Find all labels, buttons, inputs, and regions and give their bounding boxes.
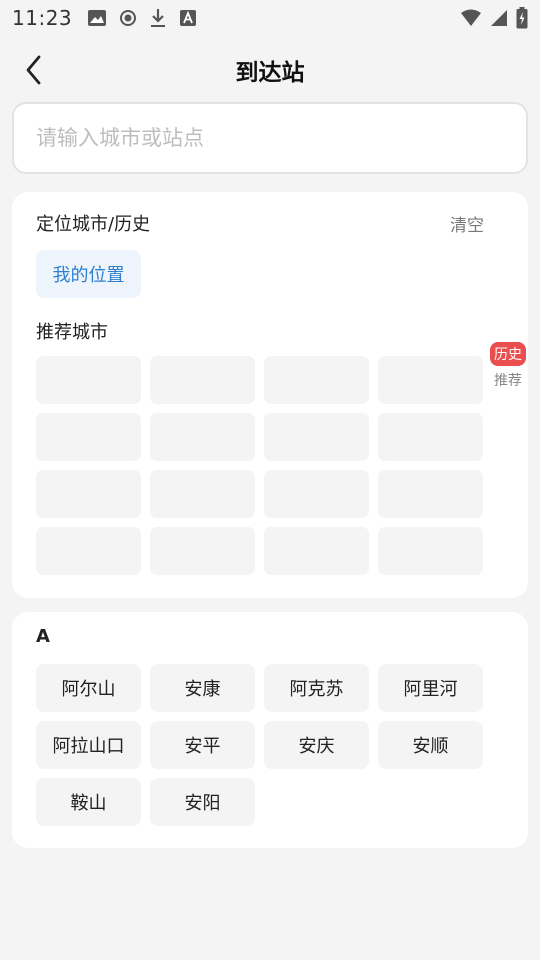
city-item[interactable]: 阿尔山 <box>36 664 141 712</box>
recommended-city-placeholder <box>150 527 255 575</box>
recommended-city-placeholder <box>378 413 483 461</box>
recommended-city-placeholder <box>378 527 483 575</box>
status-time: 11:23 <box>12 6 73 30</box>
side-index-item[interactable]: 历史 <box>490 342 526 366</box>
record-icon <box>120 10 137 26</box>
group-letter: A <box>36 626 50 647</box>
recommended-city-placeholder <box>264 413 369 461</box>
city-item[interactable]: 安平 <box>150 721 255 769</box>
status-bar: 11:23 <box>0 0 540 36</box>
header: 到达站 <box>0 44 540 96</box>
recommended-city-placeholder <box>36 527 141 575</box>
signal-icon <box>490 9 508 27</box>
status-system-icons <box>460 7 528 29</box>
city-item[interactable]: 阿克苏 <box>264 664 369 712</box>
back-button[interactable] <box>18 50 50 90</box>
clear-history-button[interactable]: 清空 <box>450 211 504 236</box>
image-icon <box>88 10 107 26</box>
city-item[interactable]: 安顺 <box>378 721 483 769</box>
recommended-city-placeholder <box>378 356 483 404</box>
recommended-city-placeholder <box>36 356 141 404</box>
city-list-grid: 阿尔山 安康 阿克苏 阿里河阿拉山口 安平 安庆 安顺鞍山 安阳 <box>36 664 483 826</box>
location-section-header: 定位城市/历史 清空 <box>36 210 504 236</box>
recommended-city-grid <box>36 356 483 575</box>
city-item[interactable]: 安阳 <box>150 778 255 826</box>
recommended-city-placeholder <box>36 413 141 461</box>
side-index-bar: 历史 推荐 <box>487 342 529 390</box>
recommended-city-placeholder <box>264 470 369 518</box>
city-item[interactable]: 鞍山 <box>36 778 141 826</box>
city-item[interactable]: 阿拉山口 <box>36 721 141 769</box>
side-index-item[interactable]: 推荐 <box>494 370 522 390</box>
battery-icon <box>516 7 528 29</box>
group-header: A <box>36 626 504 647</box>
recommended-city-placeholder <box>264 527 369 575</box>
recommended-city-placeholder <box>150 470 255 518</box>
location-recommend-card: 定位城市/历史 清空 我的位置 推荐城市 <box>12 192 528 598</box>
recommended-city-placeholder <box>36 470 141 518</box>
recommended-city-placeholder <box>150 413 255 461</box>
download-icon <box>150 8 166 28</box>
font-icon <box>180 10 197 26</box>
recommended-city-placeholder <box>150 356 255 404</box>
city-item[interactable]: 安庆 <box>264 721 369 769</box>
wifi-icon <box>460 9 482 27</box>
recommended-city-placeholder <box>264 356 369 404</box>
recommended-section-header: 推荐城市 <box>36 318 504 344</box>
search-input[interactable] <box>36 126 504 150</box>
city-group-card: A 阿尔山 安康 阿克苏 阿里河阿拉山口 安平 安庆 安顺鞍山 安阳 <box>12 612 528 848</box>
city-item[interactable]: 安康 <box>150 664 255 712</box>
status-notification-icons <box>88 8 197 28</box>
page-title: 到达站 <box>235 60 305 86</box>
search-box[interactable] <box>12 102 528 174</box>
recommended-section-title: 推荐城市 <box>36 322 108 343</box>
city-item[interactable]: 阿里河 <box>378 664 483 712</box>
location-section-title: 定位城市/历史 <box>36 214 151 235</box>
recommended-city-placeholder <box>378 470 483 518</box>
chevron-left-icon <box>26 55 41 85</box>
my-location-button[interactable]: 我的位置 <box>36 250 141 298</box>
